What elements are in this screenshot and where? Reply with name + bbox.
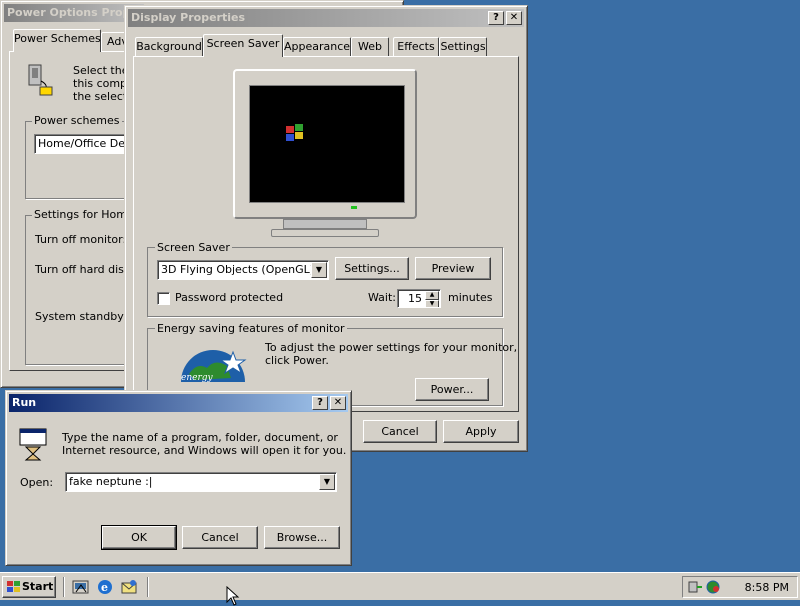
tab-settings[interactable]: Settings — [439, 37, 487, 57]
display-properties-window: Display Properties ? ✕ Background Screen… — [124, 5, 528, 452]
close-button[interactable]: ✕ — [506, 11, 522, 25]
power-plug-icon — [23, 63, 57, 97]
tab-effects[interactable]: Effects — [393, 37, 439, 57]
tab-screen-saver[interactable]: Screen Saver — [203, 34, 283, 57]
run-description-line-2: Internet resource, and Windows will open… — [62, 444, 347, 457]
power-intro-line-1: Select the — [73, 64, 129, 77]
show-desktop-icon[interactable] — [72, 578, 90, 596]
energy-saving-group-label: Energy saving features of monitor — [155, 322, 347, 335]
start-button[interactable]: Start — [2, 576, 56, 598]
turn-off-monitor-label: Turn off monitor: — [35, 233, 127, 246]
svg-text:e: e — [101, 581, 108, 594]
tab-web[interactable]: Web — [351, 37, 389, 57]
chevron-down-icon[interactable]: ▼ — [319, 474, 335, 490]
password-protected-checkbox[interactable] — [157, 292, 170, 305]
tab-appearance[interactable]: Appearance — [283, 37, 351, 57]
chevron-down-icon[interactable]: ▼ — [311, 262, 327, 278]
display-properties-titlebar[interactable]: Display Properties ? ✕ — [128, 9, 524, 27]
wait-label: Wait: — [368, 291, 396, 304]
run-cancel-button[interactable]: Cancel — [182, 526, 258, 549]
taskbar-separator — [63, 577, 65, 597]
power-button[interactable]: Power... — [415, 378, 489, 401]
monitor-preview — [233, 69, 417, 219]
preview-button[interactable]: Preview — [415, 257, 491, 280]
browse-button[interactable]: Browse... — [264, 526, 340, 549]
power-options-titlebar[interactable]: Power Options Properties — [4, 4, 144, 22]
monitor-base — [271, 229, 379, 237]
open-label: Open: — [20, 476, 54, 489]
screen-saver-select[interactable]: 3D Flying Objects (OpenGL) ▼ — [157, 260, 329, 280]
energy-star-logo-icon: energy — [181, 350, 247, 383]
tab-power-schemes[interactable]: Power Schemes — [13, 29, 101, 52]
help-button[interactable]: ? — [488, 11, 504, 25]
run-titlebar[interactable]: Run ? ✕ — [9, 394, 348, 412]
open-combobox[interactable]: fake neptune :| ▼ — [65, 472, 337, 492]
run-icon — [19, 428, 47, 461]
run-description-line-1: Type the name of a program, folder, docu… — [62, 431, 338, 444]
ok-button[interactable]: OK — [101, 525, 177, 550]
power-schemes-group-label: Power schemes — [32, 114, 122, 127]
wait-minutes-input[interactable]: 15 ▲ ▼ — [397, 289, 441, 308]
close-icon: ✕ — [333, 397, 343, 408]
system-standby-label: System standby: — [35, 310, 127, 323]
energy-text-line-2: click Power. — [265, 354, 329, 367]
wait-spinner[interactable]: ▲ ▼ — [425, 291, 439, 307]
taskbar-separator-2 — [147, 577, 149, 597]
outlook-express-icon[interactable] — [120, 578, 138, 596]
network-tray-icon[interactable] — [705, 579, 721, 595]
password-protected-label: Password protected — [175, 291, 284, 304]
minutes-label: minutes — [448, 291, 493, 304]
system-tray: 8:58 PM — [682, 576, 798, 598]
run-close-button[interactable]: ✕ — [330, 396, 346, 410]
run-title: Run — [12, 396, 37, 409]
svg-text:energy: energy — [181, 373, 214, 383]
cancel-button[interactable]: Cancel — [363, 420, 437, 443]
internet-explorer-icon[interactable]: e — [96, 578, 114, 596]
display-properties-title: Display Properties — [131, 11, 246, 24]
windows-logo-icon — [7, 581, 20, 592]
spin-down-icon[interactable]: ▼ — [425, 300, 439, 307]
close-icon: ✕ — [509, 12, 519, 23]
monitor-led — [351, 206, 357, 209]
turn-off-hard-disks-label: Turn off hard disks — [35, 263, 137, 276]
clock[interactable]: 8:58 PM — [745, 581, 789, 594]
apply-button[interactable]: Apply — [443, 420, 519, 443]
energy-text-line-1: To adjust the power settings for your mo… — [265, 341, 518, 354]
power-tray-icon[interactable] — [687, 579, 703, 595]
flying-windows-logo-icon — [286, 124, 303, 141]
monitor-stand — [283, 219, 367, 229]
screen-saver-group-label: Screen Saver — [155, 241, 232, 254]
preview-screen — [249, 85, 405, 203]
taskbar: Start e 8:58 PM — [0, 572, 800, 600]
mouse-cursor-icon — [226, 586, 240, 606]
run-help-button[interactable]: ? — [312, 396, 328, 410]
spin-up-icon[interactable]: ▲ — [425, 291, 439, 300]
start-label: Start — [22, 580, 54, 593]
screen-saver-settings-button[interactable]: Settings... — [335, 257, 409, 280]
run-dialog: Run ? ✕ Type the name of a program, fold… — [5, 390, 352, 566]
tab-background[interactable]: Background — [135, 37, 203, 57]
